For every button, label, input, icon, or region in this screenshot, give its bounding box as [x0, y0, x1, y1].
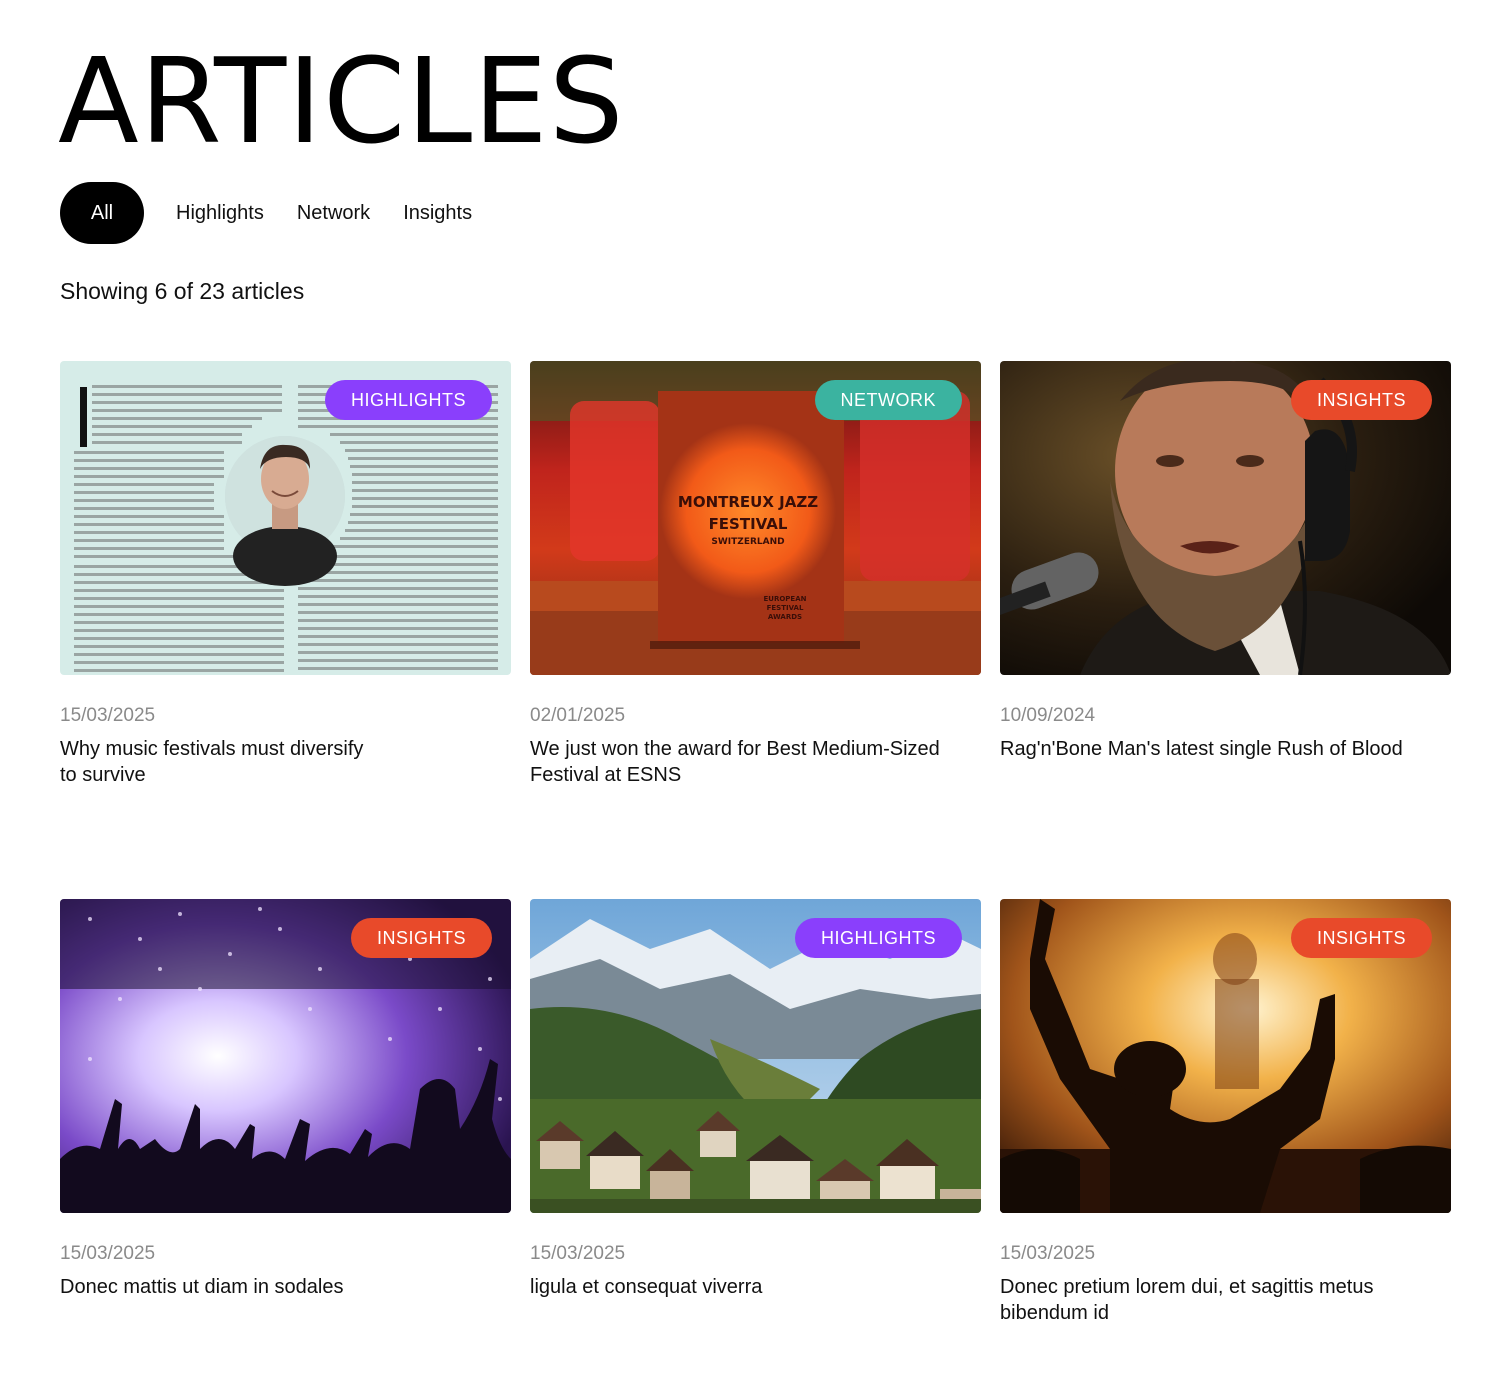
article-date: 15/03/2025 — [530, 1243, 626, 1264]
svg-text:FESTIVAL: FESTIVAL — [709, 515, 788, 533]
svg-text:FESTIVAL: FESTIVAL — [767, 604, 804, 612]
article-card[interactable]: HIGHLIGHTS 15/03/2025 ligula et consequa… — [530, 899, 981, 1377]
article-card[interactable]: INSIGHTS 10/09/2024 Rag'n'Bone Man's lat… — [1000, 361, 1451, 899]
articles-page: ARTICLES All Highlights Network Insights… — [0, 0, 1512, 1377]
article-card[interactable]: HIGHLIGHTS 15/03/2025 Why music festival… — [60, 361, 511, 899]
article-image[interactable]: INSIGHTS — [1000, 899, 1451, 1213]
article-date: 15/03/2025 — [60, 705, 156, 726]
article-title[interactable]: Donec pretium lorem dui, et sagittis met… — [1000, 1274, 1400, 1326]
article-card[interactable]: MONTREUX JAZZ FESTIVAL SWITZERLAND EUROP… — [530, 361, 981, 899]
results-count: Showing 6 of 23 articles — [60, 278, 305, 304]
article-date: 02/01/2025 — [530, 705, 626, 726]
article-title[interactable]: Rag'n'Bone Man's latest single Rush of B… — [1000, 736, 1451, 762]
filter-network[interactable]: Network — [281, 182, 386, 244]
article-image[interactable]: INSIGHTS — [60, 899, 511, 1213]
article-image[interactable]: HIGHLIGHTS — [60, 361, 511, 675]
filter-all[interactable]: All — [60, 182, 144, 244]
article-date: 15/03/2025 — [1000, 1243, 1096, 1264]
article-title[interactable]: Why music festivals must diversify to su… — [60, 736, 380, 788]
article-card[interactable]: INSIGHTS 15/03/2025 Donec mattis ut diam… — [60, 899, 511, 1377]
article-image[interactable]: INSIGHTS — [1000, 361, 1451, 675]
page-title: ARTICLES — [58, 32, 625, 170]
filter-insights[interactable]: Insights — [387, 182, 488, 244]
article-title[interactable]: Donec mattis ut diam in sodales — [60, 1274, 511, 1300]
article-image[interactable]: MONTREUX JAZZ FESTIVAL SWITZERLAND EUROP… — [530, 361, 981, 675]
category-tag[interactable]: HIGHLIGHTS — [324, 380, 492, 420]
article-title[interactable]: We just won the award for Best Medium-Si… — [530, 736, 950, 788]
article-date: 10/09/2024 — [1000, 705, 1096, 726]
category-tag[interactable]: INSIGHTS — [350, 918, 492, 958]
svg-text:AWARDS: AWARDS — [768, 613, 802, 621]
article-title[interactable]: ligula et consequat viverra — [530, 1274, 981, 1300]
filter-highlights[interactable]: Highlights — [160, 182, 280, 244]
category-tag[interactable]: INSIGHTS — [1290, 918, 1432, 958]
svg-text:EUROPEAN: EUROPEAN — [764, 595, 807, 603]
category-tag[interactable]: HIGHLIGHTS — [794, 918, 962, 958]
article-image[interactable]: HIGHLIGHTS — [530, 899, 981, 1213]
article-card[interactable]: INSIGHTS 15/03/2025 Donec pretium lorem … — [1000, 899, 1451, 1377]
svg-text:MONTREUX JAZZ: MONTREUX JAZZ — [678, 493, 818, 511]
category-tag[interactable]: INSIGHTS — [1290, 380, 1432, 420]
article-date: 15/03/2025 — [60, 1243, 156, 1264]
category-tag[interactable]: NETWORK — [814, 380, 962, 420]
category-filters: All Highlights Network Insights — [60, 182, 489, 244]
svg-text:SWITZERLAND: SWITZERLAND — [711, 537, 784, 547]
articles-grid: HIGHLIGHTS 15/03/2025 Why music festival… — [60, 361, 1451, 1377]
